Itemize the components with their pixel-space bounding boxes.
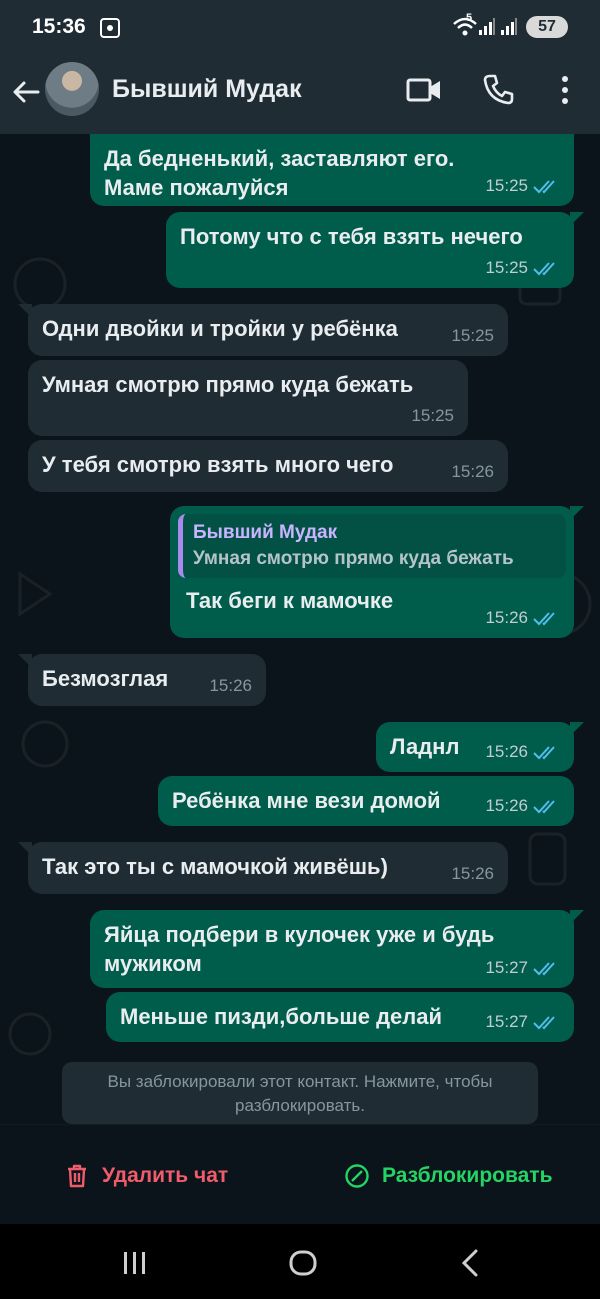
message-time: 15:26 (209, 676, 252, 695)
message-meta: 15:26 (485, 603, 560, 632)
blocked-contact-notice[interactable]: Вы заблокировали этот контакт. Нажмите, … (62, 1062, 538, 1124)
trash-icon (68, 1164, 86, 1188)
read-ticks-icon (533, 611, 555, 625)
battery-indicator: 57 (526, 16, 568, 38)
message-bubble-incoming[interactable]: Так это ты с мамочкой живёшь) 15:26 (18, 842, 508, 894)
message-bubble-outgoing[interactable]: Яйца подбери в кулочек уже и будь мужико… (90, 910, 584, 988)
bubble-tail (18, 304, 32, 318)
read-ticks-icon (533, 1015, 555, 1029)
unblock-button[interactable]: Разблокировать (344, 1163, 553, 1189)
message-meta: 15:26 (451, 859, 494, 888)
message-meta: 15:25 (451, 321, 494, 350)
video-call-icon[interactable] (405, 74, 443, 106)
quoted-text: Умная смотрю прямо куда бежать (193, 548, 514, 569)
contact-name[interactable]: Бывший Мудак (112, 75, 302, 104)
message-text: Так это ты с мамочкой живёшь) (42, 854, 388, 879)
signal-icon-2 (501, 18, 517, 35)
message-bubble-incoming[interactable]: У тебя смотрю взять много чего 15:26 (28, 440, 508, 492)
wifi-icon (453, 17, 477, 36)
message-time: 15:25 (411, 406, 454, 425)
quoted-message[interactable]: Бывший Мудак Умная смотрю прямо куда беж… (178, 514, 566, 578)
message-time: 15:27 (485, 1012, 528, 1031)
message-text: Умная смотрю прямо куда бежать (42, 372, 414, 397)
bubble-tail (570, 212, 584, 226)
home-icon[interactable] (286, 1246, 320, 1280)
quoted-author: Бывший Мудак (193, 522, 338, 543)
message-meta: 15:27 (485, 953, 560, 982)
unblock-icon (345, 1164, 369, 1188)
chat-area[interactable]: Да бедненький, заставляют его. Маме пожа… (0, 134, 600, 1124)
message-bubble-outgoing[interactable]: Ладнл 15:26 (376, 722, 584, 772)
message-text: Потому что с тебя взять нечего (180, 224, 523, 249)
back-nav-icon[interactable] (454, 1246, 488, 1280)
message-text: Одни двойки и тройки у ребёнка (42, 316, 398, 341)
contact-avatar[interactable] (45, 62, 99, 116)
message-time: 15:25 (485, 176, 528, 195)
network-type: 5 (466, 12, 473, 24)
message-meta: 15:26 (485, 791, 560, 820)
message-meta: 15:26 (209, 671, 252, 700)
read-ticks-icon (533, 261, 555, 275)
message-meta: 15:26 (451, 457, 494, 486)
message-text: Да бедненький, заставляют его. Маме пожа… (104, 146, 455, 200)
message-meta: 15:26 (485, 737, 560, 766)
bubble-tail (570, 910, 584, 924)
back-arrow-icon[interactable] (10, 76, 42, 108)
status-time: 15:36 (32, 15, 86, 38)
read-ticks-icon (533, 745, 555, 759)
recents-icon[interactable] (118, 1246, 152, 1280)
message-time: 15:26 (451, 864, 494, 883)
message-time: 15:26 (451, 462, 494, 481)
read-ticks-icon (533, 799, 555, 813)
message-time: 15:26 (485, 742, 528, 761)
delete-chat-label: Удалить чат (102, 1164, 229, 1187)
read-ticks-icon (533, 179, 555, 193)
message-meta: 15:25 (485, 171, 560, 200)
message-bubble-incoming[interactable]: Одни двойки и тройки у ребёнка 15:25 (18, 304, 508, 356)
message-time: 15:25 (451, 326, 494, 345)
message-meta: 15:27 (485, 1007, 560, 1036)
bubble-tail (18, 654, 32, 668)
unblock-label: Разблокировать (382, 1164, 553, 1187)
bubble-tail (570, 506, 584, 520)
message-bubble-outgoing[interactable]: Да бедненький, заставляют его. Маме пожа… (90, 134, 574, 206)
message-meta: 15:25 (411, 401, 454, 430)
message-text: У тебя смотрю взять много чего (42, 452, 394, 477)
message-meta: 15:25 (485, 253, 560, 282)
message-bubble-incoming[interactable]: Безмозглая 15:26 (18, 654, 266, 706)
message-time: 15:25 (485, 258, 528, 277)
bubble-tail (18, 842, 32, 856)
message-bubble-outgoing-reply[interactable]: Бывший Мудак Умная смотрю прямо куда беж… (170, 506, 584, 638)
message-bubble-outgoing[interactable]: Меньше пизди,больше делай 15:27 (106, 992, 574, 1042)
blocked-actions-bar: Удалить чат Разблокировать (0, 1124, 600, 1224)
chat-header: Бывший Мудак (0, 58, 600, 134)
message-bubble-outgoing[interactable]: Ребёнка мне вези домой 15:26 (158, 776, 574, 826)
screen-record-icon (100, 18, 120, 38)
phone-call-icon[interactable] (482, 72, 516, 106)
read-ticks-icon (533, 961, 555, 975)
delete-chat-button[interactable]: Удалить чат (64, 1163, 228, 1189)
message-text: Яйца подбери в кулочек уже и будь мужико… (104, 922, 495, 976)
message-time: 15:26 (485, 796, 528, 815)
bubble-tail (570, 722, 584, 736)
signal-icon (479, 18, 495, 35)
status-bar: 15:36 5 57 (0, 0, 600, 58)
message-time: 15:27 (485, 958, 528, 977)
message-time: 15:26 (485, 608, 528, 627)
message-bubble-outgoing[interactable]: Потому что с тебя взять нечего 15:25 (166, 212, 584, 288)
system-nav-bar (0, 1224, 600, 1299)
message-bubble-incoming[interactable]: Умная смотрю прямо куда бежать 15:25 (28, 360, 468, 436)
more-options-icon[interactable] (555, 73, 575, 107)
